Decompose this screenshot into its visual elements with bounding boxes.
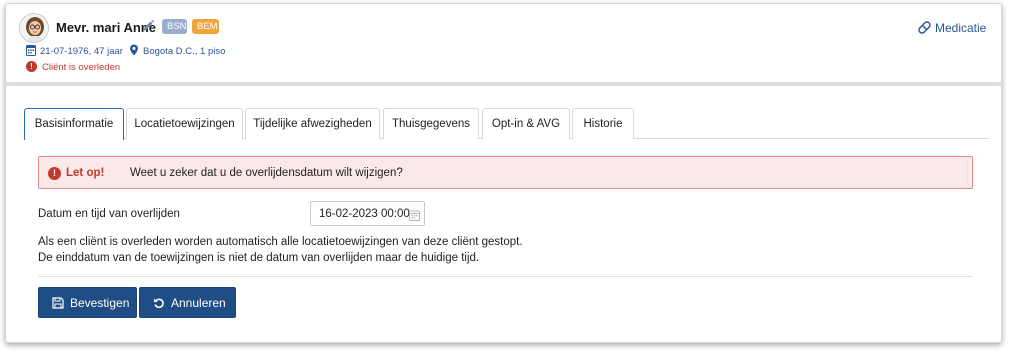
tab-thuisgegevens[interactable]: Thuisgegevens: [383, 108, 479, 139]
tab-bar: Basisinformatie Locatietoewijzingen Tijd…: [24, 108, 989, 140]
bsn-badge: BSN: [162, 19, 187, 34]
medicatie-link[interactable]: Medicatie: [917, 20, 992, 36]
tab-tijdelijke-afwezigheden[interactable]: Tijdelijke afwezigheden: [245, 108, 380, 139]
undo-icon: [153, 297, 165, 309]
warning-alert: ! Let op! Weet u zeker dat u de overlijd…: [38, 156, 973, 189]
tab-basisinformatie[interactable]: Basisinformatie: [24, 108, 124, 140]
confirm-button[interactable]: Bevestigen: [38, 287, 137, 318]
alert-lead: Let op!: [66, 167, 105, 179]
header-divider: [6, 82, 1001, 86]
exclamation-icon: !: [26, 61, 37, 72]
client-panel: Mevr. mari Anne BSN BEM 21-07-1976, 47 j…: [5, 3, 1002, 343]
info-text-line-1: Als een cliënt is overleden worden autom…: [38, 236, 523, 248]
confirm-label: Bevestigen: [70, 296, 130, 310]
location-info: Bogota D.C., 1 piso: [143, 46, 226, 57]
avatar: [19, 13, 49, 43]
tab-locatietoewijzingen[interactable]: Locatietoewijzingen: [126, 108, 243, 139]
info-text-line-2: De einddatum van de toewijzingen is niet…: [38, 252, 480, 264]
edit-pencil-icon[interactable]: [141, 19, 155, 33]
birth-info: 21-07-1976, 47 jaar: [40, 46, 123, 57]
save-icon: [52, 297, 64, 309]
alert-message: Weet u zeker dat u de overlijdensdatum w…: [130, 167, 403, 179]
cancel-label: Annuleren: [171, 296, 226, 310]
death-date-label: Datum en tijd van overlijden: [38, 208, 180, 220]
form-divider: [38, 276, 973, 277]
pill-icon: [917, 20, 932, 35]
patient-meta: 21-07-1976, 47 jaar Bogota D.C., 1 piso: [26, 44, 246, 58]
exclamation-icon: !: [48, 167, 61, 180]
tab-opt-in-avg[interactable]: Opt-in & AVG: [482, 108, 570, 139]
deceased-text: Cliënt is overleden: [42, 62, 121, 73]
tab-historie[interactable]: Historie: [572, 108, 634, 139]
deceased-status: ! Cliënt is overleden: [26, 61, 146, 75]
calendar-icon[interactable]: [409, 208, 420, 221]
cancel-button[interactable]: Annuleren: [139, 287, 236, 318]
death-date-input[interactable]: [310, 201, 425, 226]
calendar-icon: [26, 44, 36, 56]
medicatie-label: Medicatie: [935, 21, 987, 35]
client-header: Mevr. mari Anne BSN BEM 21-07-1976, 47 j…: [6, 4, 1001, 86]
location-pin-icon: [129, 44, 139, 56]
bem-badge: BEM: [192, 19, 219, 34]
